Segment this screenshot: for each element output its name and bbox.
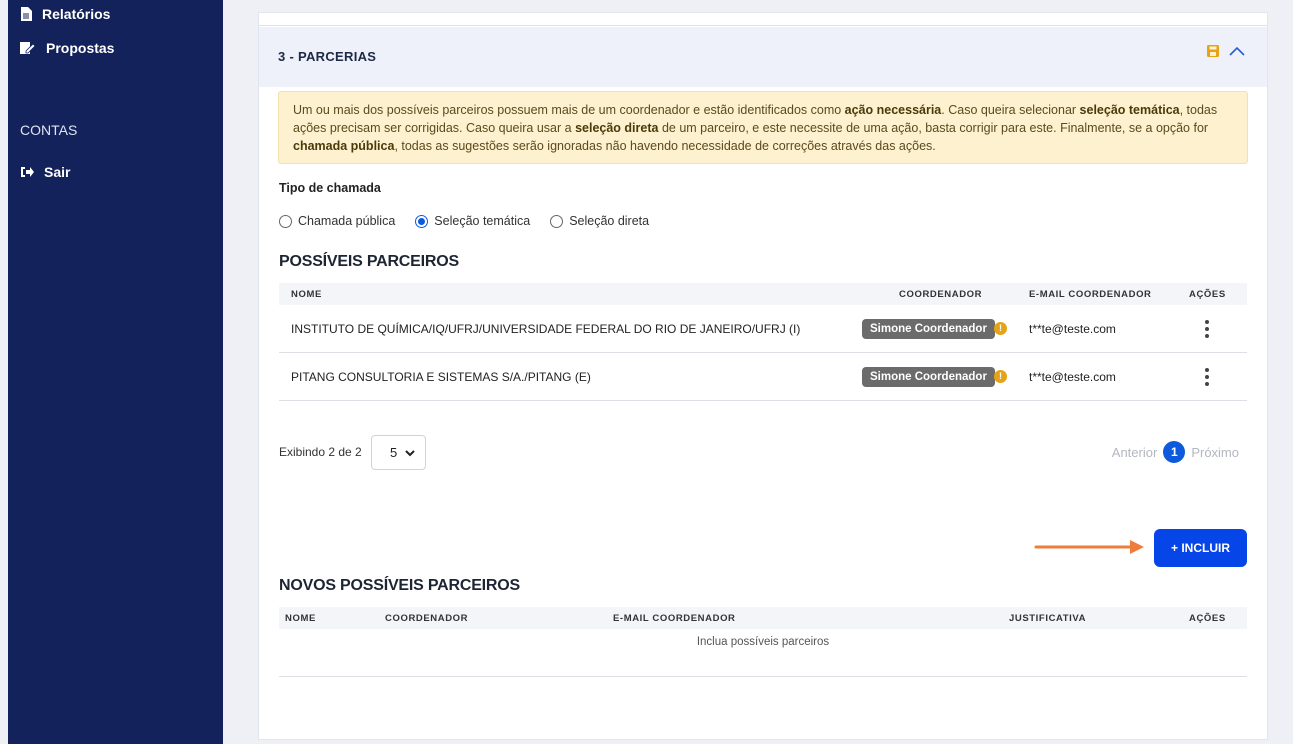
warning-alert: Um ou mais dos possíveis parceiros possu… <box>278 91 1248 164</box>
divider <box>259 25 1267 26</box>
page-size-value: 5 <box>390 445 398 460</box>
pagination-next[interactable]: Próximo <box>1191 445 1239 460</box>
edit-document-icon <box>20 42 36 54</box>
warning-info-icon[interactable]: ! <box>994 370 1007 383</box>
document-icon <box>21 7 32 21</box>
alert-emphasis: chamada pública <box>293 139 395 153</box>
alert-text: Um ou mais dos possíveis parceiros possu… <box>293 103 845 117</box>
sidebar-item-label: Sair <box>44 164 71 180</box>
sign-out-icon <box>21 167 34 177</box>
radio-circle[interactable] <box>279 214 292 228</box>
column-header-coordenador: COORDENADOR <box>899 289 983 300</box>
alert-text: de um parceiro, e este necessite de uma … <box>658 121 1209 135</box>
pagination: Anterior 1 Próximo <box>1112 441 1239 463</box>
section-title-novos-parceiros: NOVOS POSSÍVEIS PARCEIROS <box>279 577 520 594</box>
radio-circle[interactable] <box>550 214 564 228</box>
sidebar-item-sair[interactable]: Sair <box>20 164 70 180</box>
column-header-nome: NOME <box>285 613 316 624</box>
coordinator-badge[interactable]: Simone Coordenador <box>862 367 995 387</box>
row-actions-menu-icon[interactable] <box>1202 320 1212 338</box>
alert-text: . Caso queira selecionar <box>941 103 1080 117</box>
row-actions-menu-icon[interactable] <box>1202 368 1212 386</box>
alert-emphasis: seleção temática <box>1079 103 1180 117</box>
page-size-select[interactable]: 5 <box>371 435 426 470</box>
coordinator-badge[interactable]: Simone Coordenador <box>862 319 995 339</box>
radio-circle-selected[interactable] <box>415 214 429 228</box>
coordinator-email: t**te@teste.com <box>1029 370 1116 384</box>
sidebar-item-relatorios[interactable]: Relatórios <box>20 6 110 22</box>
table-row: INSTITUTO DE QUÍMICA/IQ/UFRJ/UNIVERSIDAD… <box>279 305 1247 353</box>
radio-chamada-publica[interactable]: Chamada pública <box>279 214 395 228</box>
sidebar-item-propostas[interactable]: Propostas <box>20 40 114 56</box>
column-header-nome: NOME <box>291 289 322 300</box>
panel-title: 3 - PARCERIAS <box>278 49 377 64</box>
table-header: NOME COORDENADOR E-MAIL COORDENADOR JUST… <box>279 607 1247 629</box>
radio-label: Seleção temática <box>434 214 531 228</box>
table-row: PITANG CONSULTORIA E SISTEMAS S/A./PITAN… <box>279 353 1247 401</box>
sidebar-item-label: Propostas <box>46 40 115 56</box>
panel-header[interactable]: 3 - PARCERIAS <box>259 27 1267 87</box>
save-icon[interactable] <box>1207 45 1219 57</box>
warning-info-icon[interactable]: ! <box>994 322 1007 335</box>
section-title-possiveis-parceiros: POSSÍVEIS PARCEIROS <box>279 253 459 270</box>
column-header-coordenador: COORDENADOR <box>385 613 469 624</box>
partner-name: INSTITUTO DE QUÍMICA/IQ/UFRJ/UNIVERSIDAD… <box>291 322 801 336</box>
radio-selecao-direta[interactable]: Seleção direta <box>550 214 649 228</box>
radio-label: Seleção direta <box>569 214 650 228</box>
sidebar-section-title: CONTAS <box>20 122 78 138</box>
column-header-acoes: AÇÕES <box>1189 289 1226 300</box>
tipo-chamada-radio-group: Chamada pública Seleção temática Seleção… <box>279 214 649 228</box>
alert-emphasis: seleção direta <box>575 121 659 135</box>
chevron-down-icon <box>405 450 415 457</box>
empty-table-message: Inclua possíveis parceiros <box>279 629 1247 677</box>
column-header-justificativa: JUSTIFICATIVA <box>1009 613 1087 624</box>
alert-text: , todas as sugestões serão ignoradas não… <box>394 139 936 153</box>
table-header: NOME COORDENADOR E-MAIL COORDENADOR AÇÕE… <box>279 283 1247 305</box>
pagination-prev[interactable]: Anterior <box>1112 445 1158 460</box>
annotation-arrow-icon <box>1034 540 1144 554</box>
column-header-acoes: AÇÕES <box>1189 613 1226 624</box>
partner-name: PITANG CONSULTORIA E SISTEMAS S/A./PITAN… <box>291 370 591 384</box>
column-header-email: E-MAIL COORDENADOR <box>1029 289 1152 300</box>
radio-label: Chamada pública <box>298 214 396 228</box>
alert-emphasis: ação necessária <box>844 103 942 117</box>
pagination-summary: Exibindo 2 de 2 <box>279 445 362 459</box>
column-header-email: E-MAIL COORDENADOR <box>613 613 736 624</box>
parcerias-card: 3 - PARCERIAS Um ou mais dos possíveis p… <box>258 12 1268 740</box>
sidebar: Relatórios Propostas CONTAS Sair <box>8 0 223 744</box>
incluir-button[interactable]: + INCLUIR <box>1154 529 1247 567</box>
pagination-page-current[interactable]: 1 <box>1163 441 1186 463</box>
coordinator-email: t**te@teste.com <box>1029 322 1116 336</box>
chevron-up-icon[interactable] <box>1229 46 1245 56</box>
radio-selecao-tematica[interactable]: Seleção temática <box>415 214 530 228</box>
tipo-chamada-label: Tipo de chamada <box>279 181 381 195</box>
sidebar-item-label: Relatórios <box>42 6 111 22</box>
